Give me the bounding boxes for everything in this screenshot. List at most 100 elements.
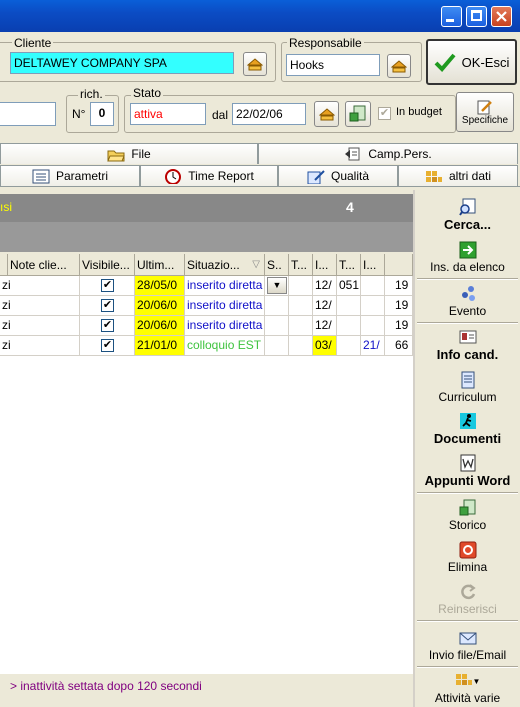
cell-ultima: 20/06/0 bbox=[135, 316, 185, 336]
documenti-label: Documenti bbox=[433, 431, 502, 446]
cliente-lookup-button[interactable] bbox=[243, 52, 267, 76]
tab-time-report[interactable]: Time Report bbox=[140, 165, 278, 186]
divider bbox=[417, 322, 518, 324]
cell-i: 12/ bbox=[313, 296, 337, 316]
cell-i: 12/ bbox=[313, 276, 337, 296]
quality-icon bbox=[307, 169, 325, 184]
tab-altri-dati-label: altri dati bbox=[448, 169, 492, 183]
cell-ultima: 21/01/0 bbox=[135, 336, 185, 356]
search-icon bbox=[458, 198, 475, 216]
visible-checkbox[interactable]: ✔ bbox=[101, 319, 114, 332]
cell-i: 03/ bbox=[313, 336, 337, 356]
divider bbox=[417, 666, 518, 668]
lookup-icon bbox=[318, 108, 335, 121]
cell-visibile: ✔ bbox=[80, 316, 135, 336]
stato-lookup-button[interactable] bbox=[314, 101, 339, 127]
tab-file[interactable]: File bbox=[0, 143, 258, 164]
invio-file-email-label: Invio file/Email bbox=[428, 648, 507, 662]
cell-note: zi bbox=[0, 316, 80, 336]
edit-document-icon bbox=[477, 100, 492, 114]
stato-label: Stato bbox=[131, 86, 164, 100]
cell-t bbox=[289, 336, 313, 356]
cell-tail: 19 bbox=[385, 296, 413, 316]
table-row[interactable]: zi ✔ 28/05/0 inserito diretta ▼ 12/ 051 … bbox=[0, 276, 413, 296]
ok-esci-button[interactable]: OK-Esci bbox=[426, 39, 517, 85]
n-richiesta-field[interactable]: 0 bbox=[90, 102, 114, 126]
table-row[interactable]: zi ✔ 20/06/0 inserito diretta 12/ 19 bbox=[0, 296, 413, 316]
parameters-icon bbox=[32, 169, 50, 183]
tab-camp-pers[interactable]: Camp.Pers. bbox=[258, 143, 518, 164]
cell-situazione: colloquio EST bbox=[185, 336, 265, 356]
tab-divider bbox=[0, 186, 520, 187]
specifiche-button[interactable]: Specifiche bbox=[456, 92, 514, 132]
table-row[interactable]: zi ✔ 20/06/0 inserito diretta 12/ 19 bbox=[0, 316, 413, 336]
visible-checkbox[interactable]: ✔ bbox=[101, 279, 114, 292]
checkmark-icon bbox=[434, 53, 456, 72]
column-header[interactable] bbox=[385, 254, 413, 276]
cell-t2: 051 bbox=[337, 276, 361, 296]
column-header-i2[interactable]: I... bbox=[361, 254, 385, 276]
cell-situazione: inserito diretta bbox=[185, 276, 265, 296]
column-header-situazione[interactable]: Situazio... ▽ bbox=[185, 254, 265, 276]
ins-da-elenco-button[interactable]: Ins. da elenco bbox=[417, 238, 518, 274]
descrizione-field[interactable] bbox=[0, 102, 56, 126]
visible-checkbox[interactable]: ✔ bbox=[101, 339, 114, 352]
minimize-button[interactable] bbox=[441, 6, 462, 27]
cell-i: 12/ bbox=[313, 316, 337, 336]
cell-t bbox=[289, 316, 313, 336]
grid-bar-label: ısi bbox=[0, 200, 12, 214]
column-header-t[interactable]: T... bbox=[289, 254, 313, 276]
column-header-visibile[interactable]: Visibile... bbox=[80, 254, 135, 276]
stato-field[interactable]: attiva bbox=[130, 103, 206, 125]
responsabile-field[interactable]: Hooks bbox=[286, 54, 380, 76]
reinsert-icon bbox=[460, 584, 476, 600]
grid-column-header: Note clie... Visibile... Ultim... Situaz… bbox=[0, 254, 413, 276]
storico-button[interactable]: Storico bbox=[417, 496, 518, 532]
column-header-i[interactable]: I... bbox=[313, 254, 337, 276]
custom-fields-icon bbox=[345, 147, 360, 160]
dal-date-field[interactable]: 22/02/06 bbox=[232, 103, 306, 125]
in-budget-checkbox[interactable]: ✔ bbox=[378, 107, 391, 120]
appunti-word-button[interactable]: Appunti Word bbox=[417, 452, 518, 488]
column-header-t2[interactable]: T... bbox=[337, 254, 361, 276]
invio-file-email-button[interactable]: Invio file/Email bbox=[417, 624, 518, 662]
tab-altri-dati[interactable]: altri dati bbox=[398, 165, 518, 186]
attivita-varie-button[interactable]: ▼ Attività varie bbox=[417, 672, 518, 707]
cell-visibile: ✔ bbox=[80, 296, 135, 316]
evento-button[interactable]: Evento bbox=[417, 282, 518, 318]
table-row[interactable]: zi ✔ 21/01/0 colloquio EST 03/ 21/ 66 bbox=[0, 336, 413, 356]
cerca-button[interactable]: Cerca... bbox=[417, 196, 518, 232]
tab-file-label: File bbox=[131, 147, 151, 161]
clock-icon bbox=[165, 168, 182, 184]
elimina-button[interactable]: Elimina bbox=[417, 538, 518, 574]
documenti-button[interactable]: Documenti bbox=[417, 410, 518, 446]
cell-i2 bbox=[361, 276, 385, 296]
stato-history-button[interactable] bbox=[345, 101, 371, 127]
reinserisci-button[interactable]: Reinserisci bbox=[417, 580, 518, 616]
visible-checkbox[interactable]: ✔ bbox=[101, 299, 114, 312]
column-header-ultima[interactable]: Ultim... bbox=[135, 254, 185, 276]
curriculum-button[interactable]: Curriculum bbox=[417, 368, 518, 404]
cliente-field[interactable]: DELTAWEY COMPANY SPA bbox=[10, 52, 234, 74]
minimize-icon bbox=[446, 19, 454, 22]
n-label: N° bbox=[72, 107, 86, 121]
tab-qualita[interactable]: Qualità bbox=[278, 165, 398, 186]
close-button[interactable] bbox=[491, 6, 512, 27]
storico-label: Storico bbox=[448, 518, 487, 532]
cell-note: zi bbox=[0, 276, 80, 296]
elimina-label: Elimina bbox=[447, 560, 488, 574]
column-header-s[interactable]: S.. bbox=[265, 254, 289, 276]
responsabile-lookup-button[interactable] bbox=[387, 54, 411, 78]
grid-empty-area bbox=[0, 356, 413, 674]
divider bbox=[417, 492, 518, 494]
column-header[interactable] bbox=[0, 254, 8, 276]
rich-label: rich. bbox=[78, 87, 105, 101]
appunti-word-label: Appunti Word bbox=[424, 473, 511, 488]
dropdown-arrow-icon[interactable]: ▼ bbox=[267, 277, 287, 294]
info-cand-button[interactable]: Info cand. bbox=[417, 326, 518, 362]
column-header-note-cliente[interactable]: Note clie... bbox=[8, 254, 80, 276]
tab-parametri[interactable]: Parametri bbox=[0, 165, 140, 186]
maximize-button[interactable] bbox=[466, 6, 487, 27]
panel-splitter[interactable] bbox=[413, 190, 415, 707]
attivita-varie-icon-row: ▼ bbox=[455, 672, 480, 691]
